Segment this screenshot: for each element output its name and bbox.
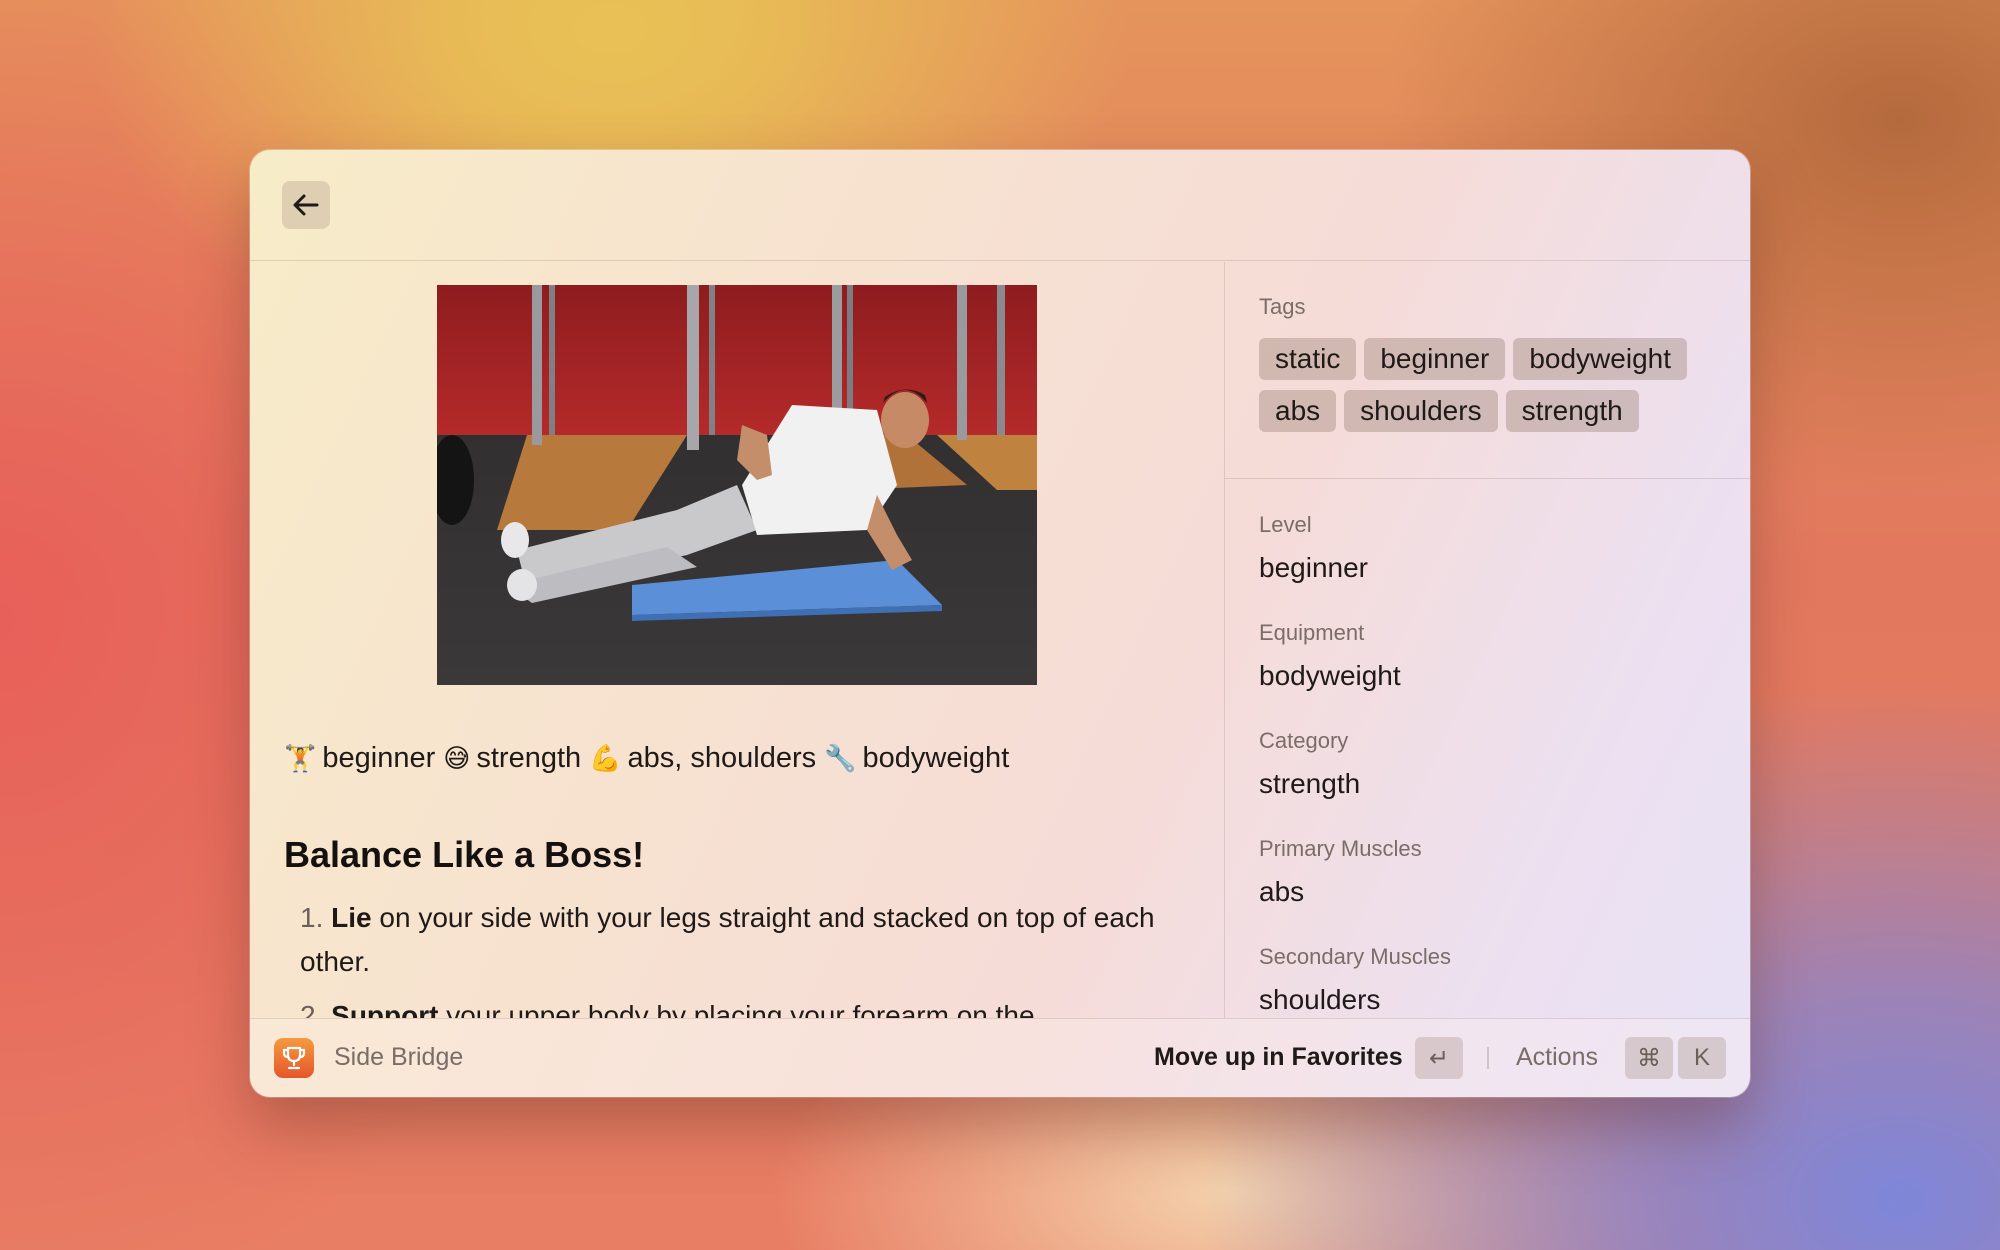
exercise-summary: 🏋️ beginner 😅 strength 💪 abs, shoulders …: [284, 742, 1017, 775]
tag: beginner: [1364, 338, 1506, 380]
category-label: Category: [1259, 728, 1349, 753]
app-icon: [274, 1038, 314, 1078]
flexed-biceps-emoji-icon: 💪: [589, 743, 622, 774]
back-button[interactable]: [282, 181, 330, 229]
list-item: 2. Support your upper body by placing yo…: [284, 994, 1164, 1018]
command-title: Side Bridge: [334, 1043, 464, 1071]
list-item: 1. Lie on your side with your legs strai…: [284, 896, 1164, 984]
step-number: 1.: [300, 902, 324, 933]
action-separator: [1487, 1047, 1489, 1069]
detail-content: 🏋️ beginner 😅 strength 💪 abs, shoulders …: [250, 262, 1224, 1018]
level-value: beginner: [1259, 552, 1368, 583]
step-text: on your side with your legs straight and…: [300, 902, 1155, 977]
secondary-muscles-label: Secondary Muscles: [1259, 944, 1451, 969]
primary-muscles-label: Primary Muscles: [1259, 836, 1422, 861]
metadata-sidebar: Tags static beginner bodyweight abs shou…: [1224, 262, 1750, 1018]
tag: bodyweight: [1513, 338, 1687, 380]
exercise-heading: Balance Like a Boss!: [284, 834, 645, 875]
tag: strength: [1505, 390, 1639, 432]
actions-button[interactable]: Actions: [1516, 1043, 1598, 1072]
tag: static: [1259, 338, 1357, 380]
command-key-hint: ⌘: [1625, 1037, 1673, 1079]
summary-category: strength: [476, 742, 582, 774]
tag: abs: [1259, 390, 1337, 432]
arrow-left-icon: [293, 194, 319, 216]
step-text: your upper body by placing your forearm …: [438, 1000, 1035, 1018]
equipment-label: Equipment: [1259, 620, 1365, 645]
equipment-value: bodyweight: [1259, 660, 1401, 691]
top-bar: [250, 150, 1750, 261]
step-number: 2.: [300, 1000, 324, 1018]
weightlifter-emoji-icon: 🏋️: [284, 743, 317, 774]
summary-level: beginner: [322, 742, 436, 774]
tag: shoulders: [1344, 390, 1498, 432]
step-keyword: Support: [331, 1000, 439, 1018]
primary-action-button[interactable]: Move up in Favorites: [1154, 1043, 1403, 1072]
k-key-hint: K: [1678, 1037, 1726, 1079]
step-keyword: Lie: [331, 902, 372, 933]
wrench-emoji-icon: 🔧: [824, 743, 857, 774]
enter-key-hint: ↵: [1415, 1037, 1463, 1079]
instruction-steps: 1. Lie on your side with your legs strai…: [284, 896, 1164, 1018]
secondary-muscles-value: shoulders: [1259, 984, 1381, 1015]
summary-muscles: abs, shoulders: [627, 742, 817, 774]
level-label: Level: [1259, 512, 1312, 537]
extension-window: 🏋️ beginner 😅 strength 💪 abs, shoulders …: [250, 150, 1750, 1097]
summary-equipment: bodyweight: [862, 742, 1010, 774]
action-bar: Side Bridge Move up in Favorites ↵ Actio…: [250, 1018, 1750, 1097]
trophy-icon: [282, 1046, 306, 1070]
sweat-smile-emoji-icon: 😅: [443, 743, 471, 774]
tag-list: static beginner bodyweight abs shoulders…: [1259, 338, 1729, 432]
primary-muscles-value: abs: [1259, 876, 1305, 907]
category-value: strength: [1259, 768, 1361, 799]
tags-title: Tags: [1259, 294, 1306, 319]
exercise-photo: [437, 285, 1037, 685]
sidebar-divider: [1225, 478, 1750, 479]
metadata-fields: Level beginner Equipment bodyweight Cate…: [1259, 512, 1719, 1018]
